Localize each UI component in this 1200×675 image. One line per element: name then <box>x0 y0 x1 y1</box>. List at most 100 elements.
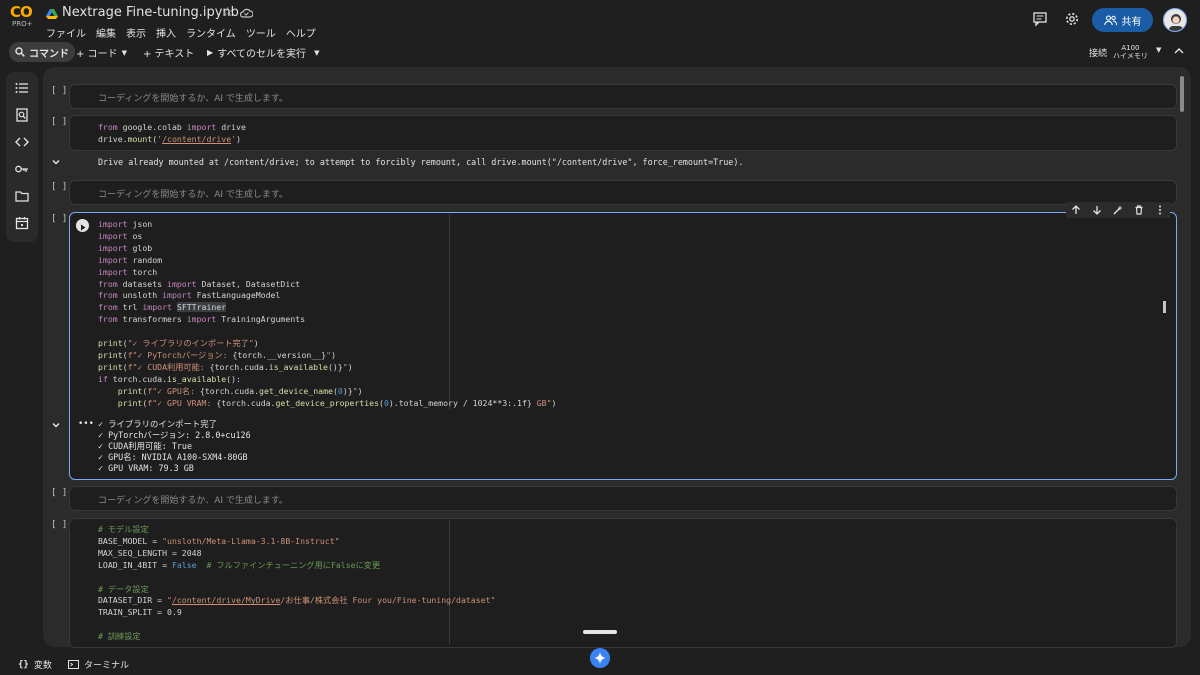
menu-runtime[interactable]: ランタイム <box>186 25 236 40</box>
menu-tools[interactable]: ツール <box>246 25 276 40</box>
output-line: ✓ GPU VRAM: 79.3 GB <box>98 463 194 473</box>
menu-file[interactable]: ファイル <box>46 25 86 40</box>
secrets-key-icon[interactable] <box>15 162 29 176</box>
add-text-label: + テキスト <box>143 49 195 60</box>
output-line: ✓ ライブラリのインポート完了 <box>98 419 217 429</box>
more-horiz-icon[interactable]: ••• <box>78 419 94 429</box>
command-palette-button[interactable]: コマンド <box>9 42 75 62</box>
runtime-status[interactable]: A100 ハイメモリ <box>1113 44 1148 60</box>
chevron-down-icon[interactable] <box>51 157 61 167</box>
find-replace-icon[interactable] <box>15 108 29 122</box>
code-line: if torch.cuda.is_available(): <box>98 373 241 384</box>
cell-run-bracket[interactable]: [ ] <box>51 182 67 192</box>
avatar[interactable] <box>1163 8 1187 32</box>
cell-run-bracket[interactable]: [ ] <box>51 520 67 530</box>
terminal-icon <box>68 660 79 669</box>
code-line: import glob <box>98 242 153 253</box>
search-icon <box>15 47 25 57</box>
code-line: from transformers import TrainingArgumen… <box>98 314 306 325</box>
terminal-button[interactable]: ターミナル <box>68 658 129 671</box>
add-code-button[interactable]: + コード ▼ <box>76 45 127 61</box>
calendar-icon[interactable] <box>15 216 29 230</box>
cell-run-bracket[interactable]: [ ] <box>51 86 67 96</box>
cell-placeholder[interactable]: コーディングを開始するか、AI で生成します。 <box>98 187 288 200</box>
output-line: ✓ CUDA利用可能: True <box>98 441 193 451</box>
cell-output: ✓ ライブラリのインポート完了 ✓ PyTorchバージョン: 2.8.0+cu… <box>98 419 251 474</box>
more-vert-icon[interactable] <box>1155 205 1165 215</box>
cell-placeholder[interactable]: コーディングを開始するか、AI で生成します。 <box>98 91 288 104</box>
star-icon[interactable]: ☆ <box>222 5 234 20</box>
avatar-image <box>1164 9 1186 31</box>
sparkle-icon <box>594 652 606 664</box>
collapse-icon[interactable] <box>1174 46 1184 56</box>
left-sidebar <box>6 72 38 242</box>
move-up-icon[interactable] <box>1071 205 1081 215</box>
cell-run-bracket[interactable]: [ ] <box>51 214 67 224</box>
add-code-label: + コード <box>76 49 118 60</box>
header: CO PRO+ Nextrage Fine-tuning.ipynb ☆ ファイ… <box>0 0 1200 40</box>
delete-icon[interactable] <box>1134 205 1144 215</box>
toc-icon[interactable] <box>15 81 29 95</box>
braces-icon: {} <box>18 659 29 670</box>
cell-source[interactable]: # モデル設定 BASE_MODEL = "unsloth/Meta-Llama… <box>98 524 495 643</box>
variables-button[interactable]: {} 変数 <box>18 658 52 672</box>
code-line: from datasets import Dataset, DatasetDic… <box>98 278 301 289</box>
chevron-down-icon[interactable]: ▼ <box>314 49 319 57</box>
run-cell-button[interactable] <box>76 219 89 232</box>
cell-placeholder[interactable]: コーディングを開始するか、AI で生成します。 <box>98 493 288 506</box>
code-line: from unsloth import FastLanguageModel <box>98 290 281 301</box>
cell-run-bracket[interactable]: [ ] <box>51 488 67 498</box>
code-line: import json <box>98 219 153 229</box>
share-button[interactable]: 共有 <box>1092 8 1153 32</box>
menu-edit[interactable]: 編集 <box>96 25 116 40</box>
output-line: ✓ PyTorchバージョン: 2.8.0+cu126 <box>98 430 251 440</box>
code-line: print(f"✓ GPU名: {torch.cuda.get_device_n… <box>117 385 363 396</box>
cell-source[interactable]: from google.colab import drive drive.mou… <box>98 122 246 146</box>
play-icon <box>81 224 86 231</box>
terminal-label: ターミナル <box>84 661 130 671</box>
magic-edit-icon[interactable] <box>1113 205 1123 215</box>
menu-insert[interactable]: 挿入 <box>156 25 176 40</box>
run-all-button[interactable]: ▶ すべてのセルを実行 ▼ <box>207 45 319 60</box>
gemini-button[interactable] <box>590 648 610 668</box>
menu-bar: ファイル 編集 表示 挿入 ランタイム ツール ヘルプ <box>46 25 316 40</box>
gear-icon[interactable] <box>1064 11 1080 27</box>
colab-logo[interactable]: CO PRO+ <box>10 5 38 35</box>
code-line: print(f"✓ PyTorchバージョン: {torch.__version… <box>98 349 336 360</box>
runtime-chevron-down-icon[interactable]: ▼ <box>1156 46 1161 54</box>
notebook-scrollbar[interactable] <box>1180 76 1184 112</box>
comment-icon[interactable] <box>1032 11 1048 27</box>
code-line: DATASET_DIR = "/content/drive/MyDrive/お仕… <box>98 595 496 606</box>
code-line: TRAIN_SPLIT = 0.9 <box>98 607 182 618</box>
cell-source[interactable]: import json import os import glob import… <box>98 219 556 410</box>
move-down-icon[interactable] <box>1092 205 1102 215</box>
variables-label: 変数 <box>33 661 52 671</box>
share-label: 共有 <box>1121 16 1142 28</box>
people-icon <box>1103 14 1117 25</box>
cell-run-bracket[interactable]: [ ] <box>51 117 67 127</box>
code-line: # モデル設定 <box>98 524 149 534</box>
code-line: MAX_SEQ_LENGTH = 2048 <box>98 547 202 558</box>
code-line: drive.mount('/content/drive') <box>98 133 241 144</box>
code-line: from google.colab import drive <box>98 122 246 132</box>
chevron-down-icon[interactable] <box>51 420 61 430</box>
code-snippets-icon[interactable] <box>15 135 29 149</box>
notebook-title[interactable]: Nextrage Fine-tuning.ipynb <box>62 5 239 20</box>
code-line: LOAD_IN_4BIT = False # フルファインチューニング用にFal… <box>98 559 381 570</box>
chevron-down-icon[interactable]: ▼ <box>122 49 127 57</box>
connect-label[interactable]: 接続 <box>1089 46 1107 59</box>
menu-view[interactable]: 表示 <box>126 25 146 40</box>
menu-help[interactable]: ヘルプ <box>286 25 316 40</box>
code-line: print("✓ ライブラリのインポート完了") <box>98 338 259 349</box>
folder-icon[interactable] <box>15 189 29 203</box>
cloud-saved-icon[interactable] <box>240 7 253 18</box>
play-icon: ▶ <box>207 48 214 57</box>
logo-badge: PRO+ <box>12 20 33 28</box>
cell-output: Drive already mounted at /content/drive;… <box>98 157 744 167</box>
logo-text: CO <box>10 3 33 21</box>
code-line: # 訓練設定 <box>98 631 141 642</box>
code-line: import random <box>98 254 163 265</box>
run-all-label: すべてのセルを実行 <box>217 49 307 60</box>
panel-resize-handle[interactable] <box>583 630 617 634</box>
add-text-button[interactable]: + テキスト <box>143 45 194 60</box>
